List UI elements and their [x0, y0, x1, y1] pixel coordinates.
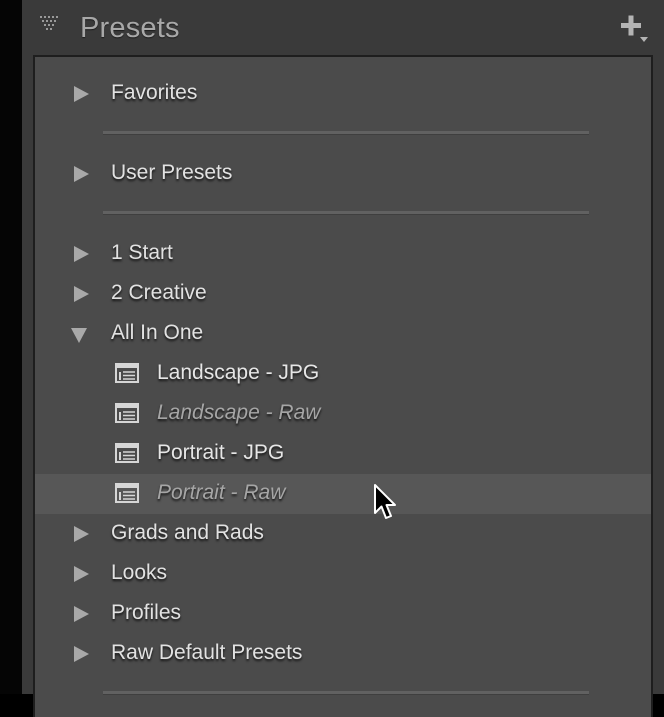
group-label: 2 Creative [111, 281, 207, 304]
group-label: Profiles [111, 601, 182, 624]
plus-icon[interactable] [618, 12, 652, 46]
group-label: Grads and Rads [111, 521, 264, 544]
divider [103, 131, 589, 135]
group-label: Looks [111, 561, 168, 584]
group-label: Raw Default Presets [111, 641, 303, 664]
mouse-cursor-icon [374, 484, 396, 519]
divider [103, 691, 589, 695]
preset-label: Landscape - Raw [157, 401, 321, 424]
collapse-triangle-icon[interactable] [71, 328, 87, 343]
preset-item[interactable]: Landscape - JPG [35, 354, 651, 394]
group-all-in-one[interactable]: All In One [35, 314, 651, 354]
group-1-start[interactable]: 1 Start [35, 234, 651, 274]
group-label: All In One [111, 321, 204, 344]
preset-label: Landscape - JPG [157, 361, 320, 384]
expand-triangle-icon[interactable] [74, 566, 89, 582]
expand-triangle-icon[interactable] [74, 606, 89, 622]
preset-list-icon [115, 443, 139, 463]
group-profiles[interactable]: Profiles [35, 594, 651, 634]
left-edge-strip [0, 0, 22, 694]
panel-header[interactable]: Presets [22, 0, 664, 56]
presets-list: Favorites User Presets 1 Start 2 Creativ… [33, 55, 653, 717]
presets-panel: Presets Favorites User Presets 1 Start 2… [22, 0, 664, 717]
expand-triangle-icon[interactable] [74, 526, 89, 542]
preset-item[interactable]: Portrait - JPG [35, 434, 651, 474]
preset-list-icon [115, 403, 139, 423]
group-2-creative[interactable]: 2 Creative [35, 274, 651, 314]
collapse-triangle-icon[interactable] [40, 16, 62, 32]
preset-label: Portrait - Raw [157, 481, 286, 504]
group-user-presets[interactable]: User Presets [35, 154, 651, 194]
preset-item[interactable]: Landscape - Raw [35, 394, 651, 434]
group-looks[interactable]: Looks [35, 554, 651, 594]
group-favorites[interactable]: Favorites [35, 74, 651, 114]
expand-triangle-icon[interactable] [74, 286, 89, 302]
expand-triangle-icon[interactable] [74, 646, 89, 662]
group-label: Favorites [111, 81, 198, 104]
group-raw-default-presets[interactable]: Raw Default Presets [35, 634, 651, 674]
preset-item-hovered[interactable]: Portrait - Raw [35, 474, 651, 514]
expand-triangle-icon[interactable] [74, 246, 89, 262]
group-grads-and-rads[interactable]: Grads and Rads [35, 514, 651, 554]
group-label: User Presets [111, 161, 233, 184]
panel-title: Presets [80, 12, 180, 44]
preset-list-icon [115, 483, 139, 503]
expand-triangle-icon[interactable] [74, 166, 89, 182]
preset-label: Portrait - JPG [157, 441, 285, 464]
expand-triangle-icon[interactable] [74, 86, 89, 102]
group-label: 1 Start [111, 241, 173, 264]
preset-list-icon [115, 363, 139, 383]
divider [103, 211, 589, 215]
